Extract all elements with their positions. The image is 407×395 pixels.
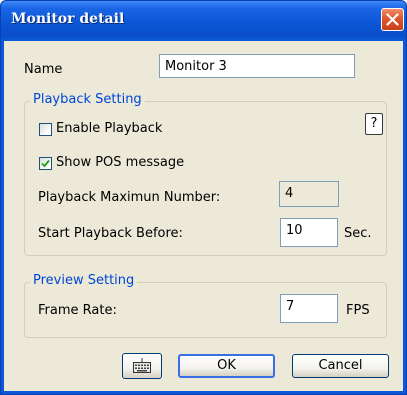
enable-playback-label: Enable Playback [56, 121, 163, 136]
name-input[interactable]: Monitor 3 [159, 54, 355, 78]
name-label: Name [24, 62, 63, 77]
keyboard-button[interactable] [122, 353, 162, 379]
keyboard-icon [133, 358, 151, 373]
frame-rate-unit: FPS [346, 303, 370, 318]
start-before-label: Start Playback Before: [38, 226, 183, 241]
title-bar[interactable]: Monitor detail [1, 1, 406, 41]
preview-setting-caption: Preview Setting [30, 273, 138, 288]
start-before-input[interactable]: 10 [280, 218, 338, 247]
enable-playback-checkbox[interactable] [39, 123, 52, 136]
show-pos-label: Show POS message [56, 155, 185, 170]
help-button[interactable]: ? [365, 113, 383, 135]
checkmark-icon [41, 159, 50, 168]
playback-setting-caption: Playback Setting [30, 92, 145, 107]
show-pos-checkbox[interactable] [39, 157, 52, 170]
dialog-body: Name Monitor 3 Playback Setting Enable P… [4, 41, 403, 391]
max-number-label: Playback Maximun Number: [38, 190, 221, 205]
ok-button[interactable]: OK [178, 354, 275, 378]
frame-rate-label: Frame Rate: [38, 303, 117, 318]
start-before-unit: Sec. [344, 226, 372, 241]
window-title: Monitor detail [11, 11, 125, 27]
frame-rate-input[interactable]: 7 [280, 294, 338, 323]
close-button[interactable] [381, 8, 404, 31]
max-number-field: 4 [279, 181, 339, 207]
dialog-window: Monitor detail Name Monitor 3 Playback S… [0, 0, 407, 395]
close-icon [386, 13, 399, 26]
cancel-button[interactable]: Cancel [292, 354, 389, 378]
